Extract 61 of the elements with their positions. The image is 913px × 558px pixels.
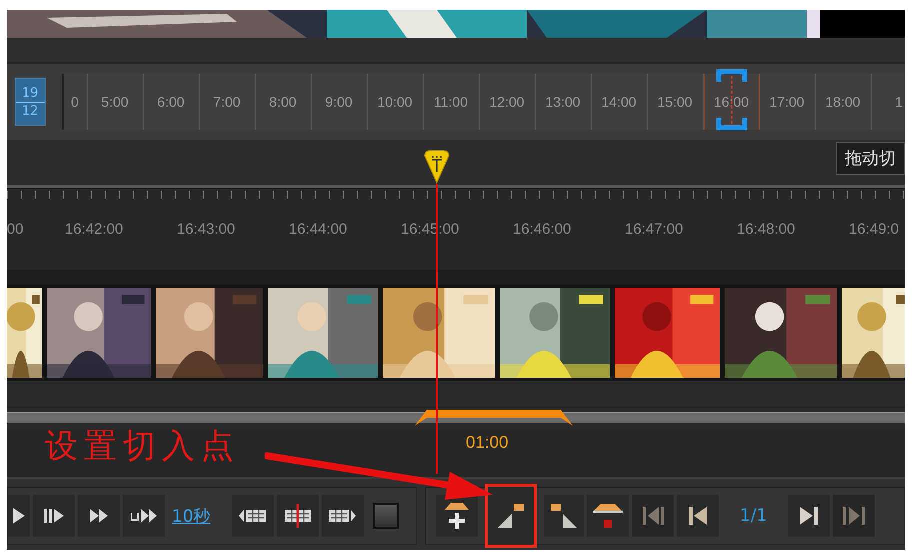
mark-in-icon xyxy=(498,504,524,528)
play-button[interactable] xyxy=(8,495,30,537)
hour-label[interactable]: 12:00 xyxy=(480,74,536,130)
hour-label[interactable]: 8:00 xyxy=(256,74,312,130)
time-label: 16:44:00 xyxy=(289,221,348,238)
hour-label[interactable]: 0 xyxy=(64,74,88,130)
skip-to-end-icon xyxy=(843,507,866,525)
hour-label[interactable]: 7:00 xyxy=(200,74,256,130)
add-marker-icon xyxy=(445,503,469,529)
delete-marker-icon xyxy=(593,504,623,528)
skip-forward-icon xyxy=(131,509,157,523)
film-back-icon xyxy=(239,510,266,522)
time-label: 16:43:00 xyxy=(177,221,236,238)
playhead-marker[interactable] xyxy=(424,150,450,184)
hour-label[interactable]: 14:00 xyxy=(592,74,648,130)
previous-icon xyxy=(689,507,707,525)
mark-in-button[interactable] xyxy=(485,484,537,548)
time-label: 16:47:00 xyxy=(625,221,684,238)
date-box[interactable]: 19 12 xyxy=(15,78,46,126)
hour-label[interactable]: 9:00 xyxy=(312,74,368,130)
hour-label[interactable]: 18:00 xyxy=(816,74,872,130)
skip-to-start-icon xyxy=(642,507,664,525)
tooltip: 拖动切 xyxy=(836,142,905,175)
time-label: 16:42:00 xyxy=(65,221,124,238)
step-forward-icon xyxy=(44,509,64,523)
delete-marker-button[interactable] xyxy=(587,495,629,537)
duration-label: 01:00 xyxy=(466,433,509,453)
range-bracket-icon[interactable] xyxy=(716,68,748,132)
date-month: 12 xyxy=(22,102,39,120)
hour-label[interactable]: 11:00 xyxy=(424,74,480,130)
page-counter: 1/1 xyxy=(740,506,768,526)
time-label: 16:46:00 xyxy=(513,221,572,238)
interval-link[interactable]: 10秒 xyxy=(172,504,211,528)
step-forward-button[interactable] xyxy=(33,495,75,537)
skip-forward-button[interactable] xyxy=(123,495,165,537)
add-marker-button[interactable] xyxy=(436,495,478,537)
film-back-button[interactable] xyxy=(232,495,274,537)
date-day: 19 xyxy=(16,84,45,102)
play-icon xyxy=(13,508,25,524)
film-forward-icon xyxy=(329,510,356,522)
film-forward-button[interactable] xyxy=(322,495,364,537)
previous-button[interactable] xyxy=(677,495,719,537)
time-label: 00 xyxy=(7,221,24,238)
hour-label[interactable]: 6:00 xyxy=(144,74,200,130)
annotation-text: 设置切入点 xyxy=(45,425,240,467)
next-button[interactable] xyxy=(788,495,830,537)
mark-out-icon xyxy=(551,504,577,528)
stop-button[interactable] xyxy=(372,503,399,529)
hour-label[interactable]: 1 xyxy=(872,74,905,130)
film-split-icon xyxy=(284,504,311,528)
fast-forward-button[interactable] xyxy=(78,495,120,537)
hour-label[interactable]: 17:00 xyxy=(760,74,816,130)
hour-label[interactable]: 10:00 xyxy=(368,74,424,130)
fast-forward-icon xyxy=(90,509,108,523)
mark-out-button[interactable] xyxy=(544,495,584,537)
time-label: 16:48:00 xyxy=(737,221,796,238)
hour-label[interactable]: 13:00 xyxy=(536,74,592,130)
hour-label[interactable]: 5:00 xyxy=(88,74,144,130)
next-icon xyxy=(800,507,818,525)
time-label: 16:49:0 xyxy=(849,221,900,238)
film-split-button[interactable] xyxy=(276,495,319,537)
